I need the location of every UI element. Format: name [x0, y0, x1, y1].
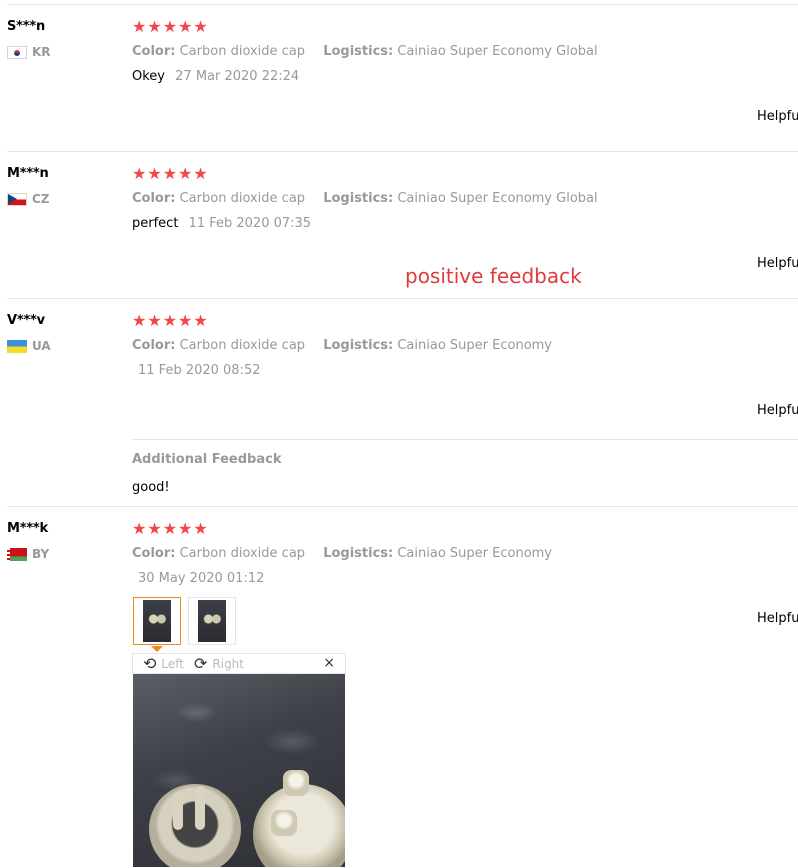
review-attributes: Color: Carbon dioxide cap Logistics: Cai…	[132, 338, 552, 353]
reviewer-country: CZ	[7, 192, 50, 206]
rotate-right-button[interactable]: ⟳ Right	[193, 653, 244, 673]
review-text: perfect	[132, 216, 179, 231]
cap-nozzle	[173, 792, 183, 830]
reviewer-name: V***v	[7, 313, 45, 328]
color-label: Color:	[132, 44, 176, 59]
reviewer-country: BY	[7, 547, 49, 561]
logistics-value: Cainiao Super Economy Global	[397, 191, 598, 206]
helpful-button[interactable]: Helpful	[757, 256, 798, 271]
logistics-value: Cainiao Super Economy Global	[397, 44, 598, 59]
rotate-right-icon: ⟳	[193, 653, 208, 673]
review-attributes: Color: Carbon dioxide cap Logistics: Cai…	[132, 546, 552, 561]
divider	[132, 439, 798, 440]
active-thumbnail-indicator	[151, 646, 163, 652]
review-date: 30 May 2020 01:12	[138, 571, 265, 586]
country-code: UA	[32, 339, 51, 353]
additional-feedback-text: good!	[132, 480, 170, 495]
review-date: 11 Feb 2020 07:35	[188, 216, 312, 231]
flag-by-icon	[7, 547, 27, 561]
color-value: Carbon dioxide cap	[179, 191, 306, 206]
reviewer-country: UA	[7, 339, 51, 353]
logistics-label: Logistics:	[323, 338, 394, 353]
flag-ua-icon	[7, 339, 27, 353]
review-body: Okey 27 Mar 2020 22:24	[132, 69, 299, 84]
star-rating: ★★★★★	[132, 311, 209, 330]
review-date: 27 Mar 2020 22:24	[175, 69, 300, 84]
color-value: Carbon dioxide cap	[179, 338, 306, 353]
cap-tip	[271, 810, 297, 836]
review-item: S***n KR ★★★★★ Color: Carbon dioxide cap…	[7, 4, 798, 151]
helpful-button[interactable]: Helpful	[757, 611, 798, 626]
overlay-annotation: positive feedback	[405, 264, 582, 288]
review-attributes: Color: Carbon dioxide cap Logistics: Cai…	[132, 44, 598, 59]
image-viewer-toolbar: ⟲ Left ⟳ Right ×	[132, 653, 346, 674]
review-body: 30 May 2020 01:12	[132, 571, 264, 586]
helpful-button[interactable]: Helpful	[757, 403, 798, 418]
flag-cz-icon	[7, 192, 27, 206]
reviewer-name: S***n	[7, 19, 46, 34]
reviewer-country: KR	[7, 45, 51, 59]
review-photo-enlarged	[133, 674, 345, 867]
rotate-right-label: Right	[212, 656, 244, 671]
rotate-left-icon: ⟲	[143, 653, 157, 673]
additional-feedback-title: Additional Feedback	[132, 452, 282, 467]
review-photo-thumbnail[interactable]	[188, 597, 236, 645]
reviewer-name: M***k	[7, 521, 48, 536]
logistics-label: Logistics:	[323, 191, 394, 206]
rotate-left-button[interactable]: ⟲ Left	[143, 653, 184, 673]
review-text: Okey	[132, 69, 165, 84]
star-rating: ★★★★★	[132, 164, 209, 183]
review-body: 11 Feb 2020 08:52	[132, 363, 261, 378]
country-code: KR	[32, 45, 51, 59]
review-item: M***k BY ★★★★★ Color: Carbon dioxide cap…	[7, 506, 798, 868]
star-rating: ★★★★★	[132, 17, 209, 36]
review-attributes: Color: Carbon dioxide cap Logistics: Cai…	[132, 191, 598, 206]
bottle-cap-image	[253, 784, 345, 867]
review-body: perfect 11 Feb 2020 07:35	[132, 216, 311, 231]
close-icon[interactable]: ×	[323, 655, 335, 671]
cap-nozzle	[195, 786, 205, 830]
logistics-value: Cainiao Super Economy	[397, 546, 553, 561]
reviewer-name: M***n	[7, 166, 49, 181]
thumbnail-image	[198, 600, 226, 642]
rotate-left-label: Left	[161, 656, 184, 671]
color-label: Color:	[132, 546, 176, 561]
review-photo-thumbnail[interactable]	[133, 597, 181, 645]
logistics-label: Logistics:	[323, 546, 394, 561]
cap-tip	[283, 770, 309, 796]
logistics-value: Cainiao Super Economy	[397, 338, 553, 353]
logistics-label: Logistics:	[323, 44, 394, 59]
review-date: 11 Feb 2020 08:52	[138, 363, 261, 378]
helpful-button[interactable]: Helpful	[757, 109, 798, 124]
review-item: V***v UA ★★★★★ Color: Carbon dioxide cap…	[7, 298, 798, 506]
color-value: Carbon dioxide cap	[179, 546, 306, 561]
review-item: M***n CZ ★★★★★ Color: Carbon dioxide cap…	[7, 151, 798, 298]
thumbnail-image	[143, 600, 171, 642]
color-value: Carbon dioxide cap	[179, 44, 306, 59]
country-code: BY	[32, 547, 50, 561]
flag-kr-icon	[7, 45, 27, 59]
color-label: Color:	[132, 338, 176, 353]
country-code: CZ	[32, 192, 50, 206]
star-rating: ★★★★★	[132, 519, 209, 538]
color-label: Color:	[132, 191, 176, 206]
